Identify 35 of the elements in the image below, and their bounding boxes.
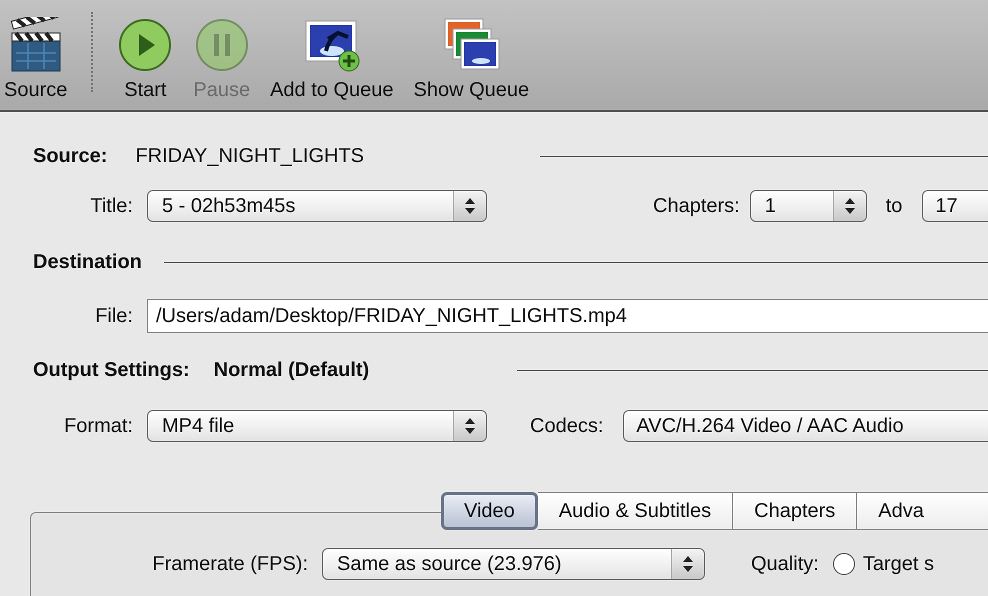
tab[interactable]: Chapters — [733, 492, 858, 530]
stepper-icon — [464, 417, 476, 435]
file-label: File: — [94, 304, 134, 328]
destination-heading: Destination — [33, 250, 142, 274]
format-dropdown[interactable]: MP4 file — [147, 410, 487, 442]
toolbar-button[interactable]: Add to Queue — [260, 17, 404, 102]
tab[interactable]: Video — [441, 492, 538, 530]
chapter-start-dropdown[interactable]: 1 — [750, 190, 867, 222]
tab[interactable]: Adva — [857, 492, 988, 530]
framerate-label: Framerate (FPS): — [151, 552, 309, 576]
source-label: Source: — [33, 144, 108, 168]
output-settings-label: Output Settings: — [33, 358, 190, 382]
toolbar-button[interactable]: Show Queue — [404, 17, 540, 102]
to-label: to — [886, 194, 902, 218]
title-label: Title: — [89, 194, 134, 218]
toolbar-button[interactable]: Source — [0, 17, 78, 102]
format-label: Format: — [63, 414, 134, 438]
codecs-dropdown[interactable]: AVC/H.264 Video / AAC Audio — [623, 410, 988, 442]
chapters-label: Chapters: — [653, 194, 740, 218]
target-size-label: Target s — [862, 552, 934, 576]
quality-label: Quality: — [751, 552, 819, 576]
source-name: FRIDAY_NIGHT_LIGHTS — [135, 144, 364, 168]
stepper-icon — [464, 197, 476, 215]
preset-name: Normal (Default) — [214, 358, 370, 382]
codecs-label: Codecs: — [530, 414, 604, 438]
chapter-end-dropdown[interactable]: 17 — [922, 190, 988, 222]
pause-icon — [194, 17, 250, 73]
file-path-field[interactable]: /Users/adam/Desktop/FRIDAY_NIGHT_LIGHTS.mp4 — [147, 299, 988, 333]
stepper-icon — [844, 197, 856, 215]
toolbar-button[interactable]: Start — [107, 17, 184, 102]
play-icon — [117, 17, 174, 73]
tab[interactable]: Audio & Subtitles — [538, 492, 734, 530]
stepper-icon — [682, 555, 694, 573]
framerate-dropdown[interactable]: Same as source (23.976) — [322, 548, 705, 580]
title-dropdown[interactable]: 5 - 02h53m45s — [147, 190, 487, 222]
